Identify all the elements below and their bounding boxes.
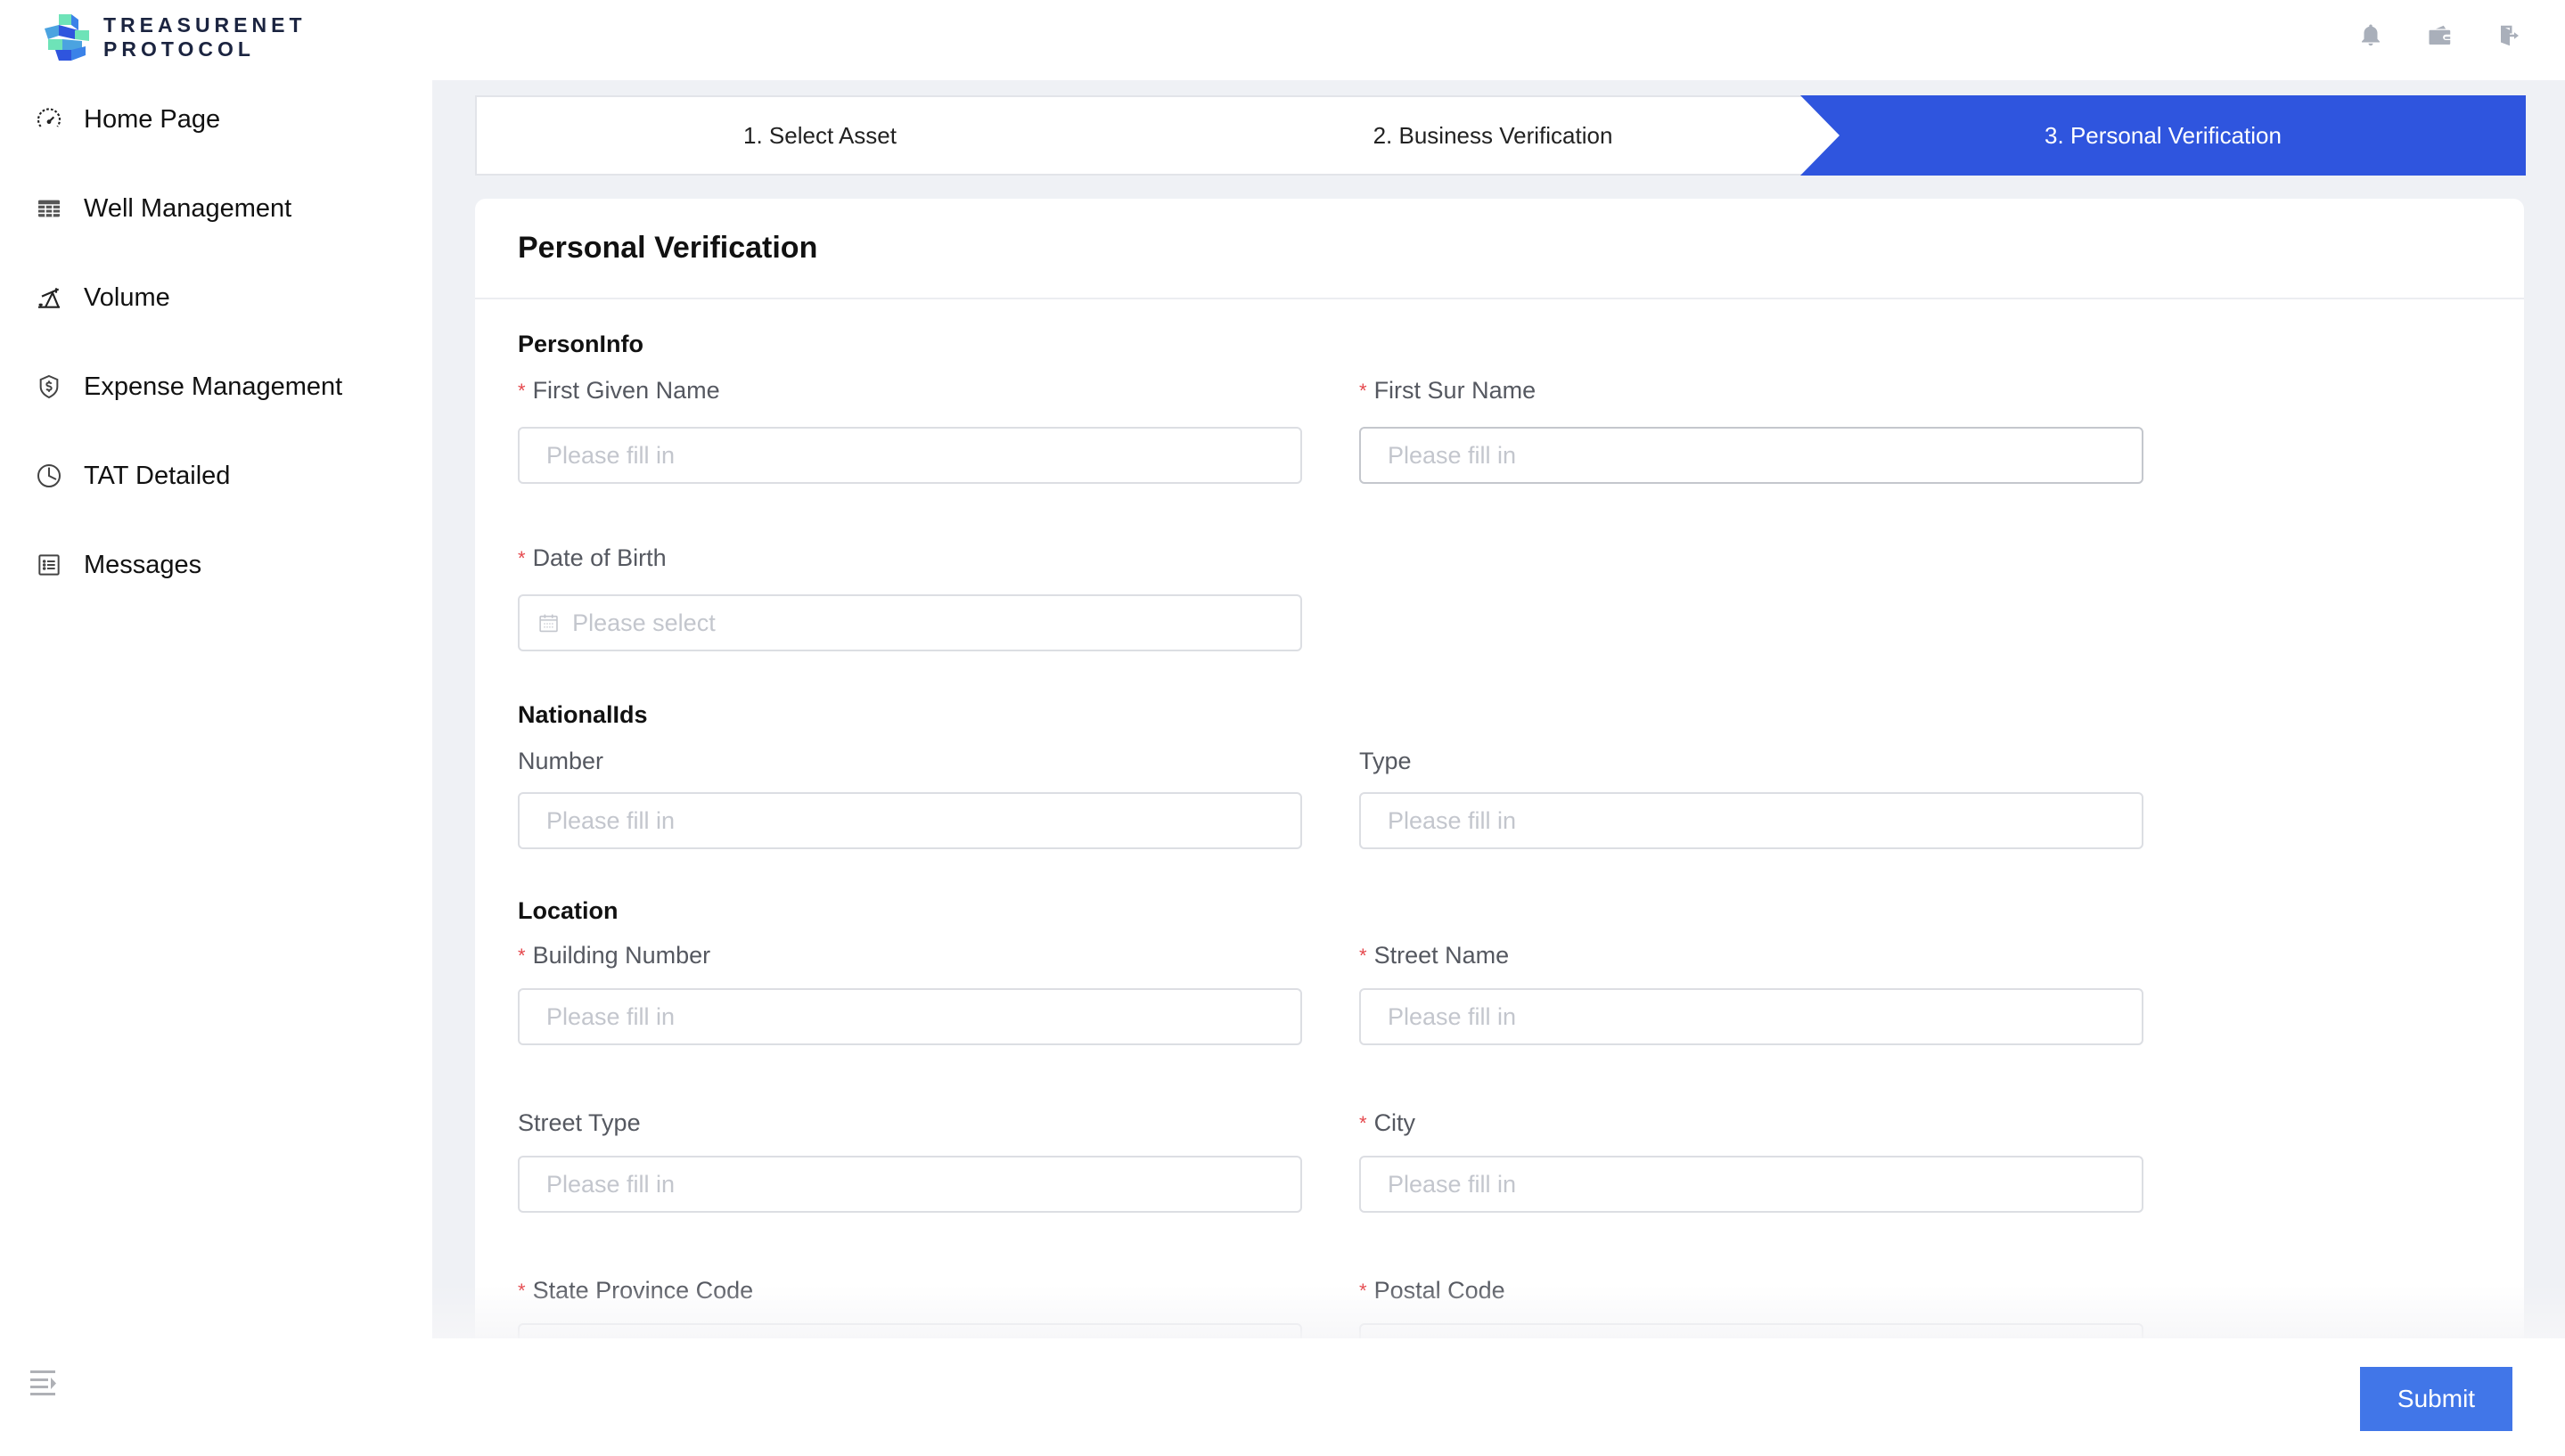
card-title: Personal Verification — [518, 231, 818, 265]
required-mark: * — [518, 1279, 526, 1302]
sidebar-item-label: Home Page — [84, 104, 221, 134]
first-sur-name-field[interactable] — [1359, 427, 2143, 484]
street-name-label: * Street Name — [1359, 942, 1509, 969]
steps-bar: 1. Select Asset 2. Business Verification… — [475, 95, 2526, 176]
city-input[interactable] — [1388, 1170, 2142, 1198]
table-icon — [34, 193, 64, 224]
label-text: Postal Code — [1373, 1277, 1505, 1304]
logout-icon — [2501, 25, 2519, 46]
label-text: State Province Code — [532, 1277, 754, 1304]
section-location: Location — [518, 897, 619, 924]
header-actions — [2356, 21, 2524, 50]
bell-icon — [2362, 24, 2380, 46]
required-mark: * — [1359, 379, 1367, 402]
sidebar-item-label: Messages — [84, 550, 202, 579]
postal-code-label: * Postal Code — [1359, 1277, 1505, 1305]
shield-dollar-icon — [34, 372, 64, 402]
brand-line-2: PROTOCOL — [103, 37, 255, 61]
street-type-label: Street Type — [518, 1109, 641, 1137]
building-number-field[interactable] — [518, 988, 1302, 1045]
top-header: TREASURENET PROTOCOL — [0, 0, 2565, 80]
section-person-info: PersonInfo — [518, 331, 644, 357]
sidebar-item-volume[interactable]: Volume — [34, 271, 170, 324]
calendar-icon — [539, 614, 558, 633]
required-mark: * — [1359, 944, 1367, 967]
date-of-birth-picker[interactable] — [518, 594, 1302, 651]
id-number-label: Number — [518, 748, 603, 775]
first-sur-name-label: * First Sur Name — [1359, 377, 1536, 405]
clock-icon — [34, 461, 64, 491]
building-number-input[interactable] — [546, 1002, 1300, 1031]
sidebar-item-well-management[interactable]: Well Management — [34, 182, 291, 235]
label-text: City — [1373, 1109, 1416, 1136]
label-text: Number — [518, 748, 604, 774]
id-type-field[interactable] — [1359, 792, 2143, 849]
label-text: First Given Name — [532, 377, 720, 404]
building-number-label: * Building Number — [518, 942, 710, 969]
first-given-name-input[interactable] — [546, 441, 1300, 470]
sidebar-item-expense-management[interactable]: Expense Management — [34, 360, 342, 413]
date-of-birth-label: * Date of Birth — [518, 544, 667, 572]
street-name-input[interactable] — [1388, 1002, 2142, 1031]
wallet-button[interactable] — [2426, 21, 2454, 50]
first-given-name-label: * First Given Name — [518, 377, 720, 405]
wallet-icon — [2429, 25, 2451, 45]
sidebar-item-label: TAT Detailed — [84, 461, 231, 490]
first-sur-name-input[interactable] — [1388, 441, 2142, 470]
personal-verification-card: Personal Verification PersonInfo * First… — [475, 199, 2524, 1338]
city-label: * City — [1359, 1109, 1415, 1137]
card-header: Personal Verification — [475, 199, 2524, 299]
menu-collapse-icon — [30, 1370, 56, 1395]
street-name-field[interactable] — [1359, 988, 2143, 1045]
dashboard-gauge-icon — [34, 104, 64, 135]
step-personal-verification[interactable]: 3. Personal Verification — [1800, 97, 2526, 174]
postal-code-field[interactable] — [1359, 1323, 2143, 1338]
sidebar-item-tat-detailed[interactable]: TAT Detailed — [34, 449, 230, 503]
brand-name: TREASURENET PROTOCOL — [103, 13, 307, 61]
sidebar-collapse-button[interactable] — [27, 1365, 62, 1401]
required-mark: * — [518, 546, 526, 569]
label-text: Date of Birth — [532, 544, 667, 571]
step-business-verification[interactable]: 2. Business Verification — [1163, 97, 1823, 174]
label-text: Type — [1359, 748, 1412, 774]
required-mark: * — [1359, 1111, 1367, 1134]
brand-logo[interactable]: TREASURENET PROTOCOL — [39, 11, 307, 64]
footer-bar: Submit — [0, 1338, 2565, 1456]
city-field[interactable] — [1359, 1156, 2143, 1213]
logout-button[interactable] — [2495, 21, 2524, 50]
id-type-input[interactable] — [1388, 806, 2142, 835]
main-content: 1. Select Asset 2. Business Verification… — [432, 80, 2565, 1338]
sidebar-item-label: Well Management — [84, 193, 292, 223]
street-type-input[interactable] — [546, 1170, 1300, 1198]
state-province-code-label: * State Province Code — [518, 1277, 753, 1305]
sidebar-item-home-page[interactable]: Home Page — [34, 93, 220, 146]
state-province-code-field[interactable] — [518, 1323, 1302, 1338]
label-text: Street Name — [1373, 942, 1510, 969]
step-select-asset[interactable]: 1. Select Asset — [477, 97, 1163, 174]
label-text: Street Type — [518, 1109, 641, 1136]
sidebar-item-messages[interactable]: Messages — [34, 538, 201, 592]
sidebar-item-label: Expense Management — [84, 372, 343, 401]
section-national-ids: NationalIds — [518, 701, 648, 728]
brand-line-1: TREASURENET — [103, 13, 307, 37]
id-number-field[interactable] — [518, 792, 1302, 849]
date-of-birth-input[interactable] — [572, 609, 1300, 637]
sidebar: Home Page Well Management Volume Expense… — [0, 80, 432, 1338]
submit-button[interactable]: Submit — [2360, 1367, 2512, 1431]
sidebar-item-label: Volume — [84, 282, 170, 312]
required-mark: * — [518, 379, 526, 402]
street-type-field[interactable] — [518, 1156, 1302, 1213]
oil-pump-icon — [34, 282, 64, 313]
id-type-label: Type — [1359, 748, 1412, 775]
list-icon — [34, 550, 64, 580]
label-text: Building Number — [532, 942, 711, 969]
first-given-name-field[interactable] — [518, 427, 1302, 484]
required-mark: * — [518, 944, 526, 967]
notifications-button[interactable] — [2356, 21, 2385, 50]
label-text: First Sur Name — [1373, 377, 1537, 404]
id-number-input[interactable] — [546, 806, 1300, 835]
logo-mark-icon — [45, 14, 89, 61]
required-mark: * — [1359, 1279, 1367, 1302]
